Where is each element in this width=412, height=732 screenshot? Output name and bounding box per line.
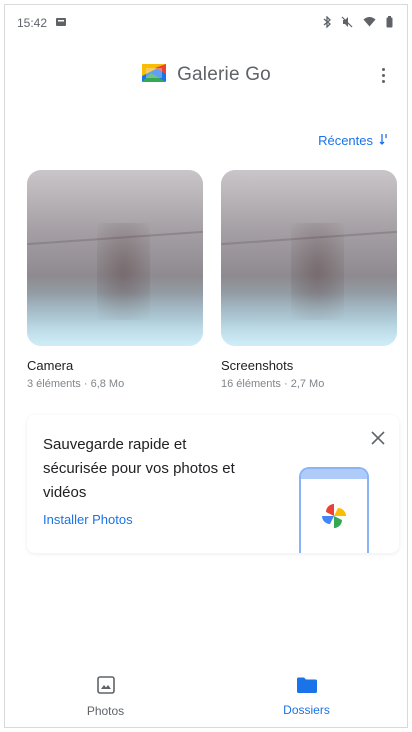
sort-direction-icon <box>379 133 389 148</box>
battery-icon <box>386 15 393 31</box>
phone-illustration <box>299 467 369 553</box>
nav-folders-label: Dossiers <box>283 702 330 717</box>
close-icon[interactable] <box>369 429 387 447</box>
folder-icon <box>296 676 318 697</box>
status-time: 15:42 <box>17 16 48 30</box>
bottom-navigation: Photos Dossiers <box>5 665 407 727</box>
nav-photos-label: Photos <box>86 703 125 718</box>
folder-name: Screenshots <box>221 358 294 373</box>
folder-thumbnail <box>221 170 397 346</box>
photos-promo-card: Sauvegarde rapide et sécurisée pour vos … <box>27 415 399 553</box>
wifi-icon <box>363 16 376 30</box>
folder-screenshots[interactable]: Screenshots 16 éléments · 2,7 Mo <box>221 170 397 390</box>
sort-label: Récentes <box>318 133 373 148</box>
folder-camera[interactable]: Camera 3 éléments · 6,8 Mo <box>27 170 203 390</box>
sort-button[interactable]: Récentes <box>318 133 389 148</box>
nav-photos[interactable]: Photos <box>5 665 206 727</box>
app-bar: Galerie Go <box>5 53 407 97</box>
bluetooth-icon <box>323 14 331 31</box>
app-title: Galerie Go <box>177 64 271 85</box>
status-bar: 15:42 <box>5 5 407 41</box>
install-photos-link[interactable]: Installer Photos <box>43 512 133 527</box>
folder-thumbnail <box>27 170 203 346</box>
mute-icon <box>341 16 353 31</box>
gallery-go-logo-icon <box>141 62 167 89</box>
photo-icon <box>96 675 116 698</box>
notification-icon <box>55 16 67 30</box>
folder-meta: 16 éléments · 2,7 Mo <box>221 378 325 390</box>
promo-text: Sauvegarde rapide et sécurisée pour vos … <box>43 436 235 501</box>
google-photos-pinwheel-icon <box>317 499 351 533</box>
nav-folders[interactable]: Dossiers <box>206 665 407 727</box>
folder-name: Camera <box>27 358 74 373</box>
folder-meta: 3 éléments · 6,8 Mo <box>27 378 125 390</box>
more-options-icon[interactable] <box>375 63 391 87</box>
app-screen: 15:42 Galerie Go Récentes Camera 3 éléme… <box>4 4 408 728</box>
